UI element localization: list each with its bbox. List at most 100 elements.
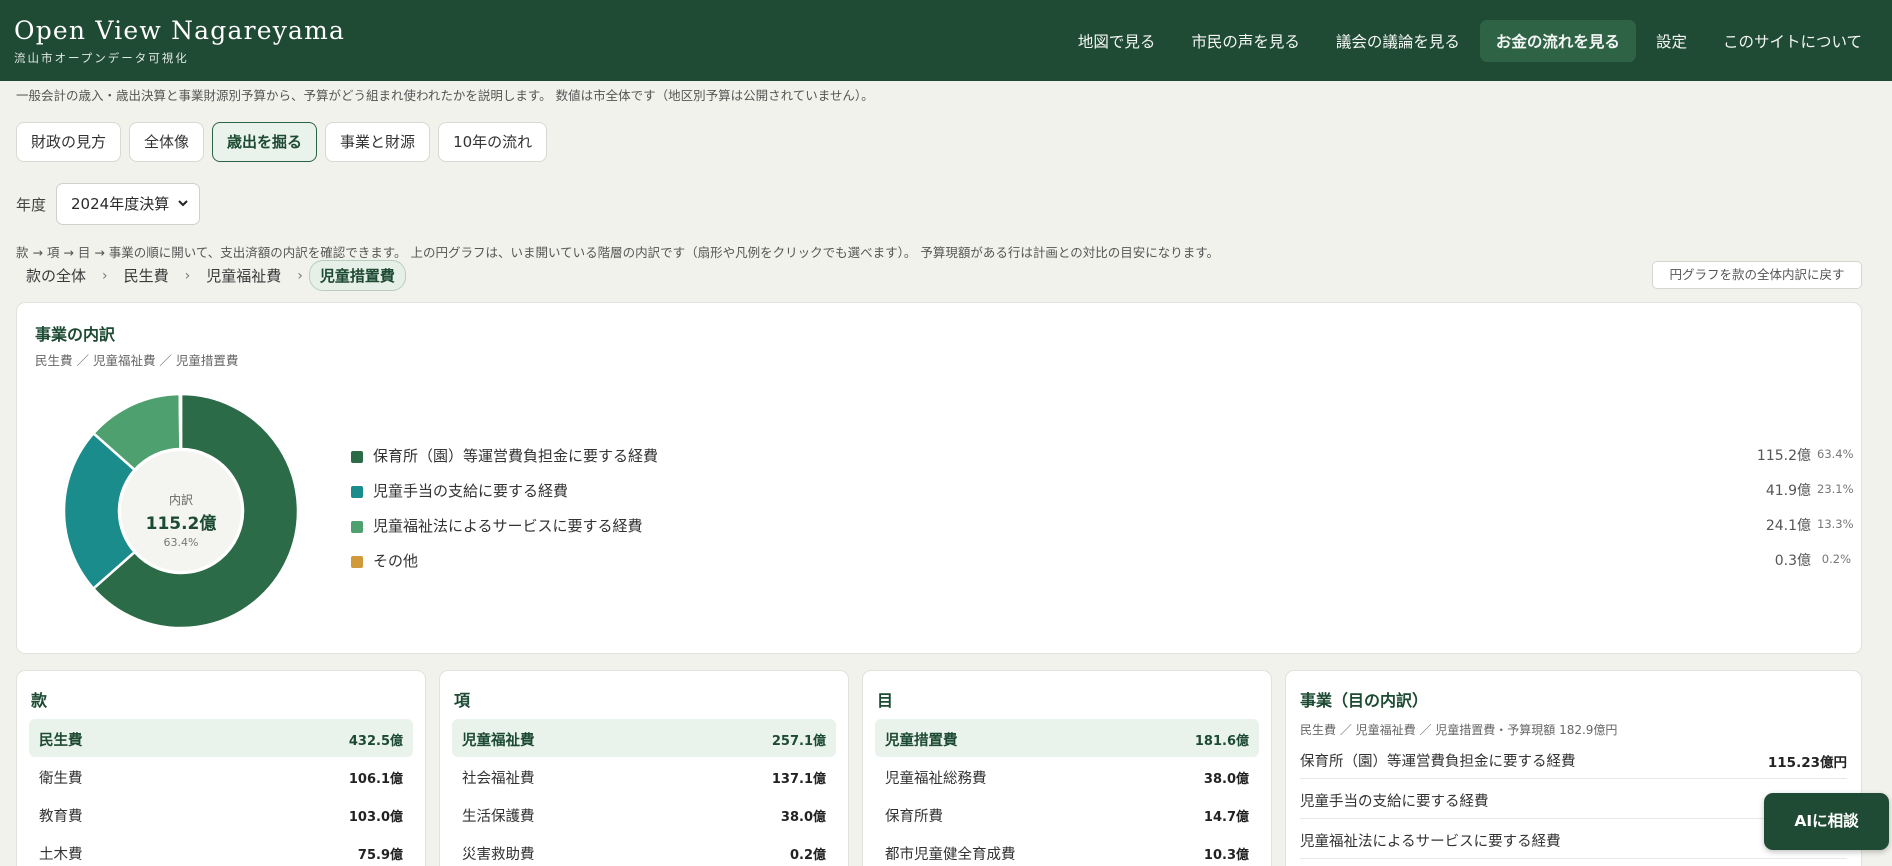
project-path: 民生費 ／ 児童福祉費 ／ 児童措置費・予算現額 182.9億円 — [1300, 723, 1618, 737]
item-value: 10.3億 — [1203, 848, 1249, 863]
tab-how-to-read[interactable]: 財政の見方 — [16, 122, 122, 162]
donut-center: 内訳 115.2億 63.4% — [61, 391, 301, 631]
moku-card: 目 児童措置費 181.6億 児童福祉総務費 38.0億 保育所費 14.7億 都市児… — [862, 670, 1272, 866]
year-select[interactable]: 2024年度決算 — [56, 183, 201, 225]
breadcrumb: 款の全体 › 民生費 › 児童福祉費 › 児童措置費 — [16, 260, 406, 291]
main-nav: 地図で見る 市民の声を見る 議会の議論を見る お金の流れを見る 設定 このサイト… — [1062, 20, 1878, 62]
kan-list: 民生費 432.5億 衛生費 106.1億 教育費 103.0億 土木費 75.9億 — [29, 719, 413, 866]
item-label: 土木費 — [39, 847, 83, 863]
tab-dig-expenditure[interactable]: 歳出を掘る — [212, 122, 318, 162]
item-value: 181.6億 — [1194, 734, 1249, 749]
kou-list: 児童福祉費 257.1億 社会福祉費 137.1億 生活保護費 38.0億 災害救助費… — [452, 719, 836, 866]
kan-title: 款 — [31, 691, 48, 710]
donut-center-value: 115.2億 — [145, 514, 217, 534]
breadcrumb-moku[interactable]: 児童措置費 — [308, 260, 406, 291]
item-label: 都市児童健全育成費 — [885, 847, 1016, 863]
nav-about[interactable]: このサイトについて — [1707, 20, 1878, 62]
item-label: 災害救助費 — [462, 847, 535, 863]
item-label: 保育所費 — [885, 809, 943, 825]
nav-map[interactable]: 地図で見る — [1062, 20, 1172, 62]
list-item[interactable]: 衛生費 106.1億 — [29, 757, 413, 795]
tab-overview[interactable]: 全体像 — [129, 122, 205, 162]
legend-label: 児童福祉法によるサービスに要する経費 — [373, 517, 643, 535]
legend-swatch — [351, 521, 363, 533]
item-value: 0.2億 — [789, 848, 826, 863]
list-item[interactable]: 児童措置費 181.6億 — [875, 719, 1259, 757]
chart-legend: 保育所（園）等運営費負担金に要する経費 115.2億 63.4% 児童手当の支給に要す… — [351, 445, 1854, 585]
chevron-down-icon — [177, 184, 189, 241]
legend-label: 児童手当の支給に要する経費 — [373, 482, 569, 500]
donut-center-label: 内訳 — [168, 493, 193, 507]
item-value: 137.1億 — [771, 772, 826, 787]
site-subtitle: 流山市オープンデータ可視化 — [14, 51, 189, 65]
year-row: 年度 2024年度決算 — [16, 183, 201, 225]
project-title: 事業（目の内訳） — [1300, 691, 1429, 710]
item-label: 生活保護費 — [462, 809, 535, 825]
legend-item[interactable]: 児童手当の支給に要する経費 41.9億 23.1% — [351, 480, 1854, 515]
legend-swatch — [351, 556, 363, 568]
breadcrumb-all[interactable]: 款の全体 — [16, 261, 96, 290]
list-item[interactable]: 教育費 103.0億 — [29, 795, 413, 833]
legend-label: その他 — [373, 552, 419, 570]
item-value: 75.9億 — [357, 848, 403, 863]
item-value: 106.1億 — [348, 772, 403, 787]
legend-percent: 0.2% — [1821, 552, 1851, 566]
legend-item[interactable]: 保育所（園）等運営費負担金に要する経費 115.2億 63.4% — [351, 445, 1854, 480]
breakdown-title: 事業の内訳 — [35, 325, 116, 344]
nav-citizen-voice[interactable]: 市民の声を見る — [1175, 20, 1316, 62]
list-item[interactable]: 都市児童健全育成費 10.3億 — [875, 833, 1259, 866]
legend-swatch — [351, 486, 363, 498]
item-label: 保育所（園）等運営費負担金に要する経費 — [1300, 754, 1576, 770]
breadcrumb-kan[interactable]: 民生費 — [114, 261, 179, 290]
list-item[interactable]: 民生費 432.5億 — [29, 719, 413, 757]
year-label: 年度 — [16, 195, 47, 214]
item-label: 衛生費 — [39, 771, 83, 787]
item-label: 児童手当の支給に要する経費 — [1300, 794, 1489, 810]
item-label: 教育費 — [39, 809, 83, 825]
legend-percent: 63.4% — [1817, 447, 1854, 461]
breadcrumb-separator: › — [102, 267, 108, 284]
breadcrumb-separator: › — [297, 267, 303, 284]
item-value: 115.23億円 — [1767, 755, 1847, 771]
item-value: 103.0億 — [348, 810, 403, 825]
item-label: 社会福祉費 — [462, 771, 535, 787]
ai-consult-button[interactable]: AIに相談 — [1764, 793, 1889, 850]
tab-projects-funding[interactable]: 事業と財源 — [325, 122, 431, 162]
list-item[interactable]: 土木費 75.9億 — [29, 833, 413, 866]
site-title: Open View Nagareyama — [14, 16, 346, 45]
list-item[interactable]: 児童福祉総務費 38.0億 — [875, 757, 1259, 795]
year-value: 2024年度決算 — [71, 195, 170, 213]
legend-item[interactable]: 児童福祉法によるサービスに要する経費 24.1億 13.3% — [351, 515, 1854, 550]
nav-council[interactable]: 議会の議論を見る — [1320, 20, 1476, 62]
item-label: 児童措置費 — [885, 733, 958, 749]
list-item[interactable]: 社会福祉費 137.1億 — [452, 757, 836, 795]
top-header: Open View Nagareyama 流山市オープンデータ可視化 地図で見る… — [0, 0, 1892, 81]
kan-card: 款 民生費 432.5億 衛生費 106.1億 教育費 103.0億 土木費 75.9億 — [16, 670, 426, 866]
breadcrumb-separator: › — [184, 267, 191, 284]
breadcrumb-kou[interactable]: 児童福祉費 — [196, 261, 291, 290]
tab-ten-year[interactable]: 10年の流れ — [438, 122, 548, 162]
legend-swatch — [351, 451, 363, 463]
view-tabs: 財政の見方 全体像 歳出を掘る 事業と財源 10年の流れ — [16, 122, 548, 162]
brand[interactable]: Open View Nagareyama 流山市オープンデータ可視化 — [14, 16, 345, 66]
item-value: 257.1億 — [771, 734, 826, 749]
item-value: 38.0億 — [780, 810, 826, 825]
list-item[interactable]: 生活保護費 38.0億 — [452, 795, 836, 833]
breakdown-card: 事業の内訳 民生費 ／ 児童福祉費 ／ 児童措置費 内訳 115.2億 63.4… — [16, 302, 1862, 654]
item-label: 民生費 — [39, 733, 83, 749]
item-label: 児童福祉総務費 — [885, 771, 987, 787]
list-item[interactable]: 災害救助費 0.2億 — [452, 833, 836, 866]
item-value: 432.5億 — [348, 734, 403, 749]
kou-title: 項 — [454, 691, 471, 710]
list-item[interactable]: 保育所（園）等運営費負担金に要する経費 115.23億円 — [1300, 739, 1847, 779]
list-item[interactable]: 児童福祉費 257.1億 — [452, 719, 836, 757]
moku-list: 児童措置費 181.6億 児童福祉総務費 38.0億 保育所費 14.7億 都市児童健… — [875, 719, 1259, 866]
nav-settings[interactable]: 設定 — [1640, 20, 1703, 62]
legend-item[interactable]: その他 0.3億 0.2% — [351, 550, 1851, 585]
nav-money-flow[interactable]: お金の流れを見る — [1479, 20, 1636, 62]
help-text: 款 → 項 → 目 → 事業の順に開いて、支出済額の内訳を確認できます。 上の円… — [16, 245, 1219, 260]
list-item[interactable]: 保育所費 14.7億 — [875, 795, 1259, 833]
moku-title: 目 — [877, 691, 894, 710]
reset-pie-button[interactable]: 円グラフを款の全体内訳に戻す — [1652, 261, 1862, 289]
item-label: 児童福祉費 — [462, 733, 535, 749]
